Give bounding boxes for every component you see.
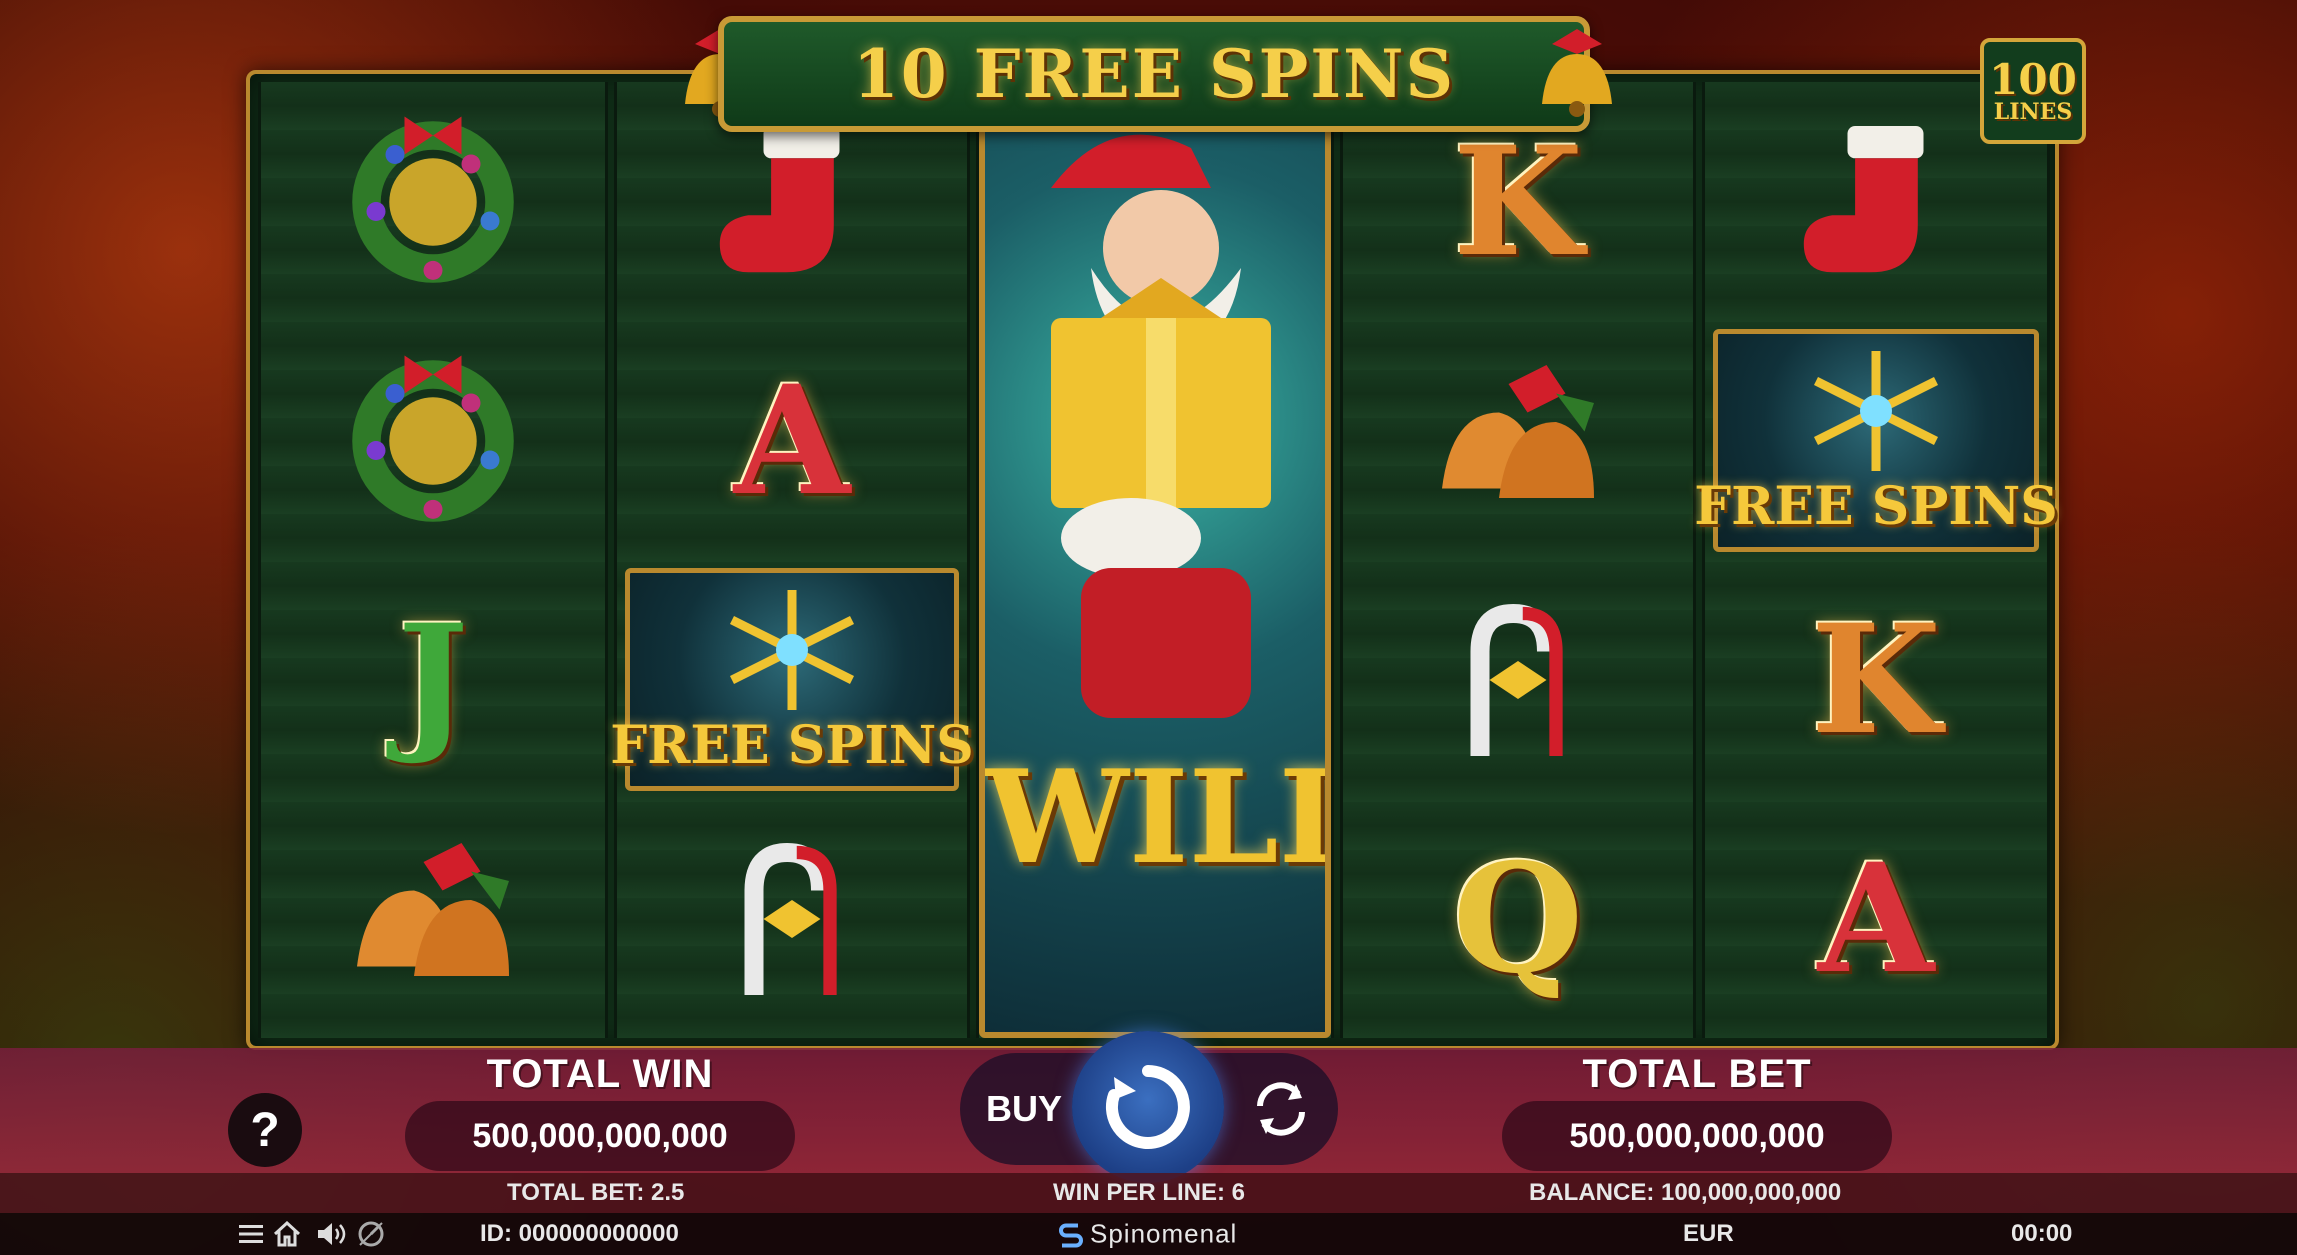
symbol-a: A: [1705, 799, 2047, 1038]
wild-label: WILD: [985, 743, 1325, 893]
free-spins-banner: 10 FREE SPINS: [718, 16, 1590, 132]
letter-a: A: [733, 352, 851, 529]
autoplay-icon: [1257, 1082, 1305, 1136]
sound-icon[interactable]: [316, 1219, 346, 1249]
symbol-candy-cane: [1343, 560, 1693, 799]
total-bet-info: TOTAL BET: 2.5: [507, 1179, 685, 1206]
symbol-free-spins: FREE SPINS: [610, 560, 974, 799]
lines-badge: 100 LINES: [1980, 38, 2086, 144]
currency: EUR: [1683, 1220, 1734, 1247]
reel-4: K Q: [1340, 82, 1696, 1038]
symbol-free-spins: FREE SPINS: [1694, 321, 2058, 560]
spin-controls: BUY: [960, 1031, 1338, 1183]
letter-j: J: [397, 591, 469, 768]
autoplay-button[interactable]: [1232, 1067, 1330, 1151]
wild-santa-symbol: WILD: [979, 82, 1331, 1038]
free-spins-scatter: FREE SPINS: [1694, 329, 2058, 552]
reel-5: FREE SPINS K A: [1694, 82, 2058, 1038]
info-bar: TOTAL BET: 2.5 WIN PER LINE: 6 BALANCE: …: [0, 1173, 2297, 1213]
status-bar: ID: 000000000000 Spinomenal EUR 00:00: [0, 1213, 2297, 1255]
symbol-bells: [1343, 321, 1693, 560]
total-bet-block: TOTAL BET 500,000,000,000: [1502, 1052, 1892, 1171]
spin-button[interactable]: [1072, 1031, 1224, 1183]
clock: 00:00: [2011, 1220, 2073, 1247]
reel-1: J: [258, 82, 608, 1038]
symbol-q: Q: [1343, 799, 1693, 1038]
lines-number: 100: [1989, 55, 2077, 104]
symbol-k: K: [1705, 560, 2047, 799]
banner-title: 10 FREE SPINS: [852, 35, 1456, 113]
letter-a: A: [1817, 830, 1935, 1007]
symbol-wreath: [261, 321, 605, 560]
win-per-line-info: WIN PER LINE: 6: [1053, 1179, 1246, 1206]
total-bet-title: TOTAL BET: [1582, 1052, 1812, 1096]
bell-decoration-icon: [1542, 29, 1612, 117]
letter-q: Q: [1452, 830, 1584, 1007]
provider-name: Spinomenal: [1090, 1218, 1238, 1249]
symbol-bells: [261, 799, 605, 1038]
session-id: ID: 000000000000: [480, 1220, 679, 1247]
snowflake-icon: [729, 590, 855, 710]
reel-2: A FREE SPINS: [610, 82, 974, 1038]
reel-3: WILD: [976, 82, 1334, 1038]
total-bet-value[interactable]: 500,000,000,000: [1502, 1101, 1892, 1171]
buy-button[interactable]: BUY: [968, 1067, 1080, 1151]
lines-word: LINES: [1993, 99, 2073, 125]
reels-board: J A FREE SPINS WIL K Q FREE SPINS K A: [246, 70, 2059, 1050]
free-spins-scatter: FREE SPINS: [610, 568, 974, 791]
symbol-wreath: [261, 82, 605, 321]
santa-icon: [1051, 134, 1271, 718]
total-win-value: 500,000,000,000: [405, 1101, 795, 1171]
provider-brand: Spinomenal: [1058, 1219, 1237, 1250]
menu-icon[interactable]: [236, 1219, 266, 1249]
total-win-block: TOTAL WIN 500,000,000,000: [405, 1052, 795, 1171]
home-icon[interactable]: [272, 1219, 302, 1249]
total-win-title: TOTAL WIN: [486, 1052, 714, 1096]
free-spins-label: FREE SPINS: [1694, 476, 2058, 537]
turbo-icon[interactable]: [356, 1219, 386, 1249]
letter-k: K: [1452, 113, 1584, 290]
symbol-j: J: [261, 560, 605, 799]
help-button[interactable]: ?: [228, 1093, 302, 1167]
balance-info: BALANCE: 100,000,000,000: [1529, 1179, 1842, 1206]
help-icon: ?: [250, 1103, 280, 1157]
spin-icon: [1106, 1065, 1190, 1149]
letter-k: K: [1810, 591, 1942, 768]
symbol-a: A: [617, 321, 967, 560]
symbol-candy-cane: [617, 799, 967, 1038]
spinomenal-logo-icon: [1059, 1223, 1083, 1247]
free-spins-label: FREE SPINS: [610, 715, 974, 776]
snowflake-icon: [1813, 351, 1939, 471]
